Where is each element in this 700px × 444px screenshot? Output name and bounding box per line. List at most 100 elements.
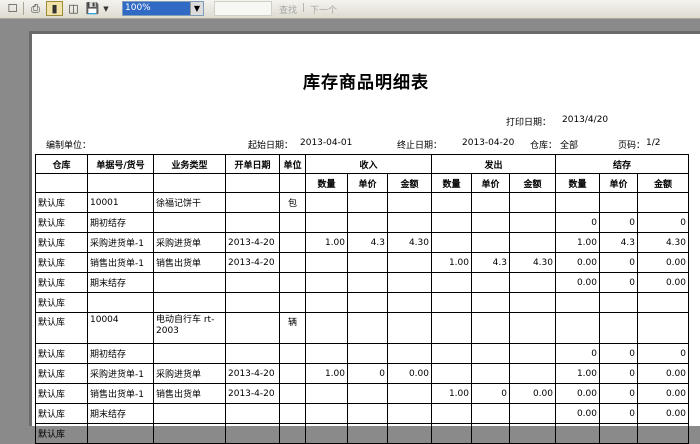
cell-balance-price bbox=[599, 423, 638, 444]
cell-balance-amount: 0.00 bbox=[637, 383, 689, 404]
cell-outgo-amount bbox=[509, 403, 556, 424]
subheader-empty bbox=[35, 173, 88, 193]
cell-outgo-amount bbox=[509, 192, 556, 213]
cell-income-price bbox=[347, 272, 388, 293]
find-button[interactable]: 查找 bbox=[279, 3, 297, 16]
cell-balance-price: 0 bbox=[599, 252, 638, 273]
cell-outgo-amount bbox=[509, 363, 556, 384]
cell-income-amount bbox=[387, 403, 432, 424]
cell-outgo-price bbox=[471, 312, 510, 344]
cell-warehouse: 默认库 bbox=[35, 272, 88, 293]
cell-doc-date: 2013-4-20 bbox=[225, 232, 280, 253]
table-row: 默认库 采购进货单-1 采购进货单 2013-4-20 1.00 0 0.00 1.00 0 0.… bbox=[35, 363, 689, 384]
cell-balance-amount: 0.00 bbox=[637, 272, 689, 293]
print-icon[interactable]: ⎙ bbox=[27, 1, 44, 16]
cell-outgo-price bbox=[471, 212, 510, 233]
cell-doc-no: 销售出货单-1 bbox=[87, 383, 154, 404]
cell-biz-type bbox=[153, 403, 226, 424]
start-date: 2013-04-01 bbox=[300, 138, 353, 148]
cell-outgo-amount: 4.30 bbox=[509, 252, 556, 273]
cell-outgo-amount bbox=[509, 232, 556, 253]
cell-income-qty: 1.00 bbox=[305, 363, 348, 384]
cell-outgo-price bbox=[471, 192, 510, 213]
cell-doc-date bbox=[225, 212, 280, 233]
cell-outgo-qty: 1.00 bbox=[431, 383, 472, 404]
cell-income-qty bbox=[305, 423, 348, 444]
col-warehouse: 仓库 bbox=[35, 154, 88, 174]
cell-income-price bbox=[347, 292, 388, 313]
cell-balance-price: 0 bbox=[599, 383, 638, 404]
cell-balance-price: 0 bbox=[599, 343, 638, 364]
single-page-icon[interactable]: ▮ bbox=[46, 1, 63, 16]
table-row: 默认库 期初结存 0 0 0 bbox=[35, 343, 689, 364]
cell-outgo-qty bbox=[431, 292, 472, 313]
cell-doc-no: 10004 bbox=[87, 312, 154, 344]
cell-outgo-qty bbox=[431, 312, 472, 344]
close-page-icon[interactable]: ☐ bbox=[4, 1, 21, 16]
cell-warehouse: 默认库 bbox=[35, 383, 88, 404]
cell-doc-no: 期末结存 bbox=[87, 272, 154, 293]
cell-balance-qty: 0.00 bbox=[555, 272, 600, 293]
save-icon[interactable]: 💾 bbox=[84, 1, 101, 16]
cell-income-qty bbox=[305, 252, 348, 273]
cell-doc-date: 2013-4-20 bbox=[225, 252, 280, 273]
cell-outgo-qty bbox=[431, 272, 472, 293]
col-balance: 结存 bbox=[555, 154, 689, 174]
cell-outgo-qty bbox=[431, 343, 472, 364]
cell-outgo-amount bbox=[509, 292, 556, 313]
cell-balance-qty: 0.00 bbox=[555, 252, 600, 273]
cell-outgo-qty bbox=[431, 403, 472, 424]
end-date-label: 终止日期： bbox=[397, 141, 443, 151]
end-date: 2013-04-20 bbox=[462, 138, 515, 148]
cell-biz-type bbox=[153, 343, 226, 364]
print-date: 2013/4/20 bbox=[562, 115, 609, 125]
cell-unit bbox=[279, 363, 306, 384]
cell-outgo-qty bbox=[431, 192, 472, 213]
col-income: 收入 bbox=[305, 154, 432, 174]
col-outgo-qty: 数量 bbox=[431, 173, 472, 193]
cell-income-price: 0 bbox=[347, 363, 388, 384]
cell-income-qty bbox=[305, 212, 348, 233]
cell-balance-amount bbox=[637, 292, 689, 313]
cell-balance-price: 0 bbox=[599, 212, 638, 233]
chevron-down-icon[interactable]: ▼ bbox=[190, 2, 203, 15]
cell-outgo-price bbox=[471, 272, 510, 293]
report-page: 库存商品明细表 打印日期： 2013/4/20 编制单位： 起始日期： 2013… bbox=[32, 34, 700, 444]
cell-income-price bbox=[347, 252, 388, 273]
cell-unit bbox=[279, 343, 306, 364]
cell-unit: 辆 bbox=[279, 312, 306, 344]
col-income-qty: 数量 bbox=[305, 173, 348, 193]
cell-balance-qty: 1.00 bbox=[555, 363, 600, 384]
zoom-select[interactable]: 100% ▼ bbox=[122, 1, 204, 16]
cell-doc-date: 2013-4-20 bbox=[225, 383, 280, 404]
cell-warehouse: 默认库 bbox=[35, 423, 88, 444]
two-page-icon[interactable]: ◫ bbox=[65, 1, 82, 16]
cell-balance-amount: 4.30 bbox=[637, 232, 689, 253]
find-next-button[interactable]: 下一个 bbox=[310, 3, 337, 16]
cell-unit bbox=[279, 272, 306, 293]
cell-unit bbox=[279, 423, 306, 444]
cell-balance-price: 4.3 bbox=[599, 232, 638, 253]
cell-income-amount bbox=[387, 423, 432, 444]
cell-income-qty bbox=[305, 403, 348, 424]
cell-income-amount bbox=[387, 343, 432, 364]
table-row: 默认库 10004 电动自行车 rt-2003 辆 bbox=[35, 312, 689, 344]
find-input[interactable] bbox=[214, 1, 272, 16]
cell-balance-amount bbox=[637, 423, 689, 444]
cell-outgo-price bbox=[471, 423, 510, 444]
col-doc-no: 单据号/货号 bbox=[87, 154, 154, 174]
cell-balance-price: 0 bbox=[599, 363, 638, 384]
cell-outgo-amount bbox=[509, 312, 556, 344]
cell-outgo-amount bbox=[509, 212, 556, 233]
table-row: 默认库 期末结存 0.00 0 0.00 bbox=[35, 403, 689, 424]
cell-outgo-qty bbox=[431, 232, 472, 253]
cell-unit bbox=[279, 252, 306, 273]
cell-outgo-price bbox=[471, 363, 510, 384]
report-toolbar: ☐ ⎙ ▮ ◫ 💾 ▼ 100% ▼ 查找 | 下一个 bbox=[0, 0, 700, 19]
cell-outgo-price bbox=[471, 343, 510, 364]
cell-balance-qty: 0.00 bbox=[555, 403, 600, 424]
cell-unit bbox=[279, 403, 306, 424]
save-dropdown-icon[interactable]: ▼ bbox=[101, 1, 111, 16]
cell-income-qty bbox=[305, 312, 348, 344]
cell-balance-qty: 0 bbox=[555, 212, 600, 233]
